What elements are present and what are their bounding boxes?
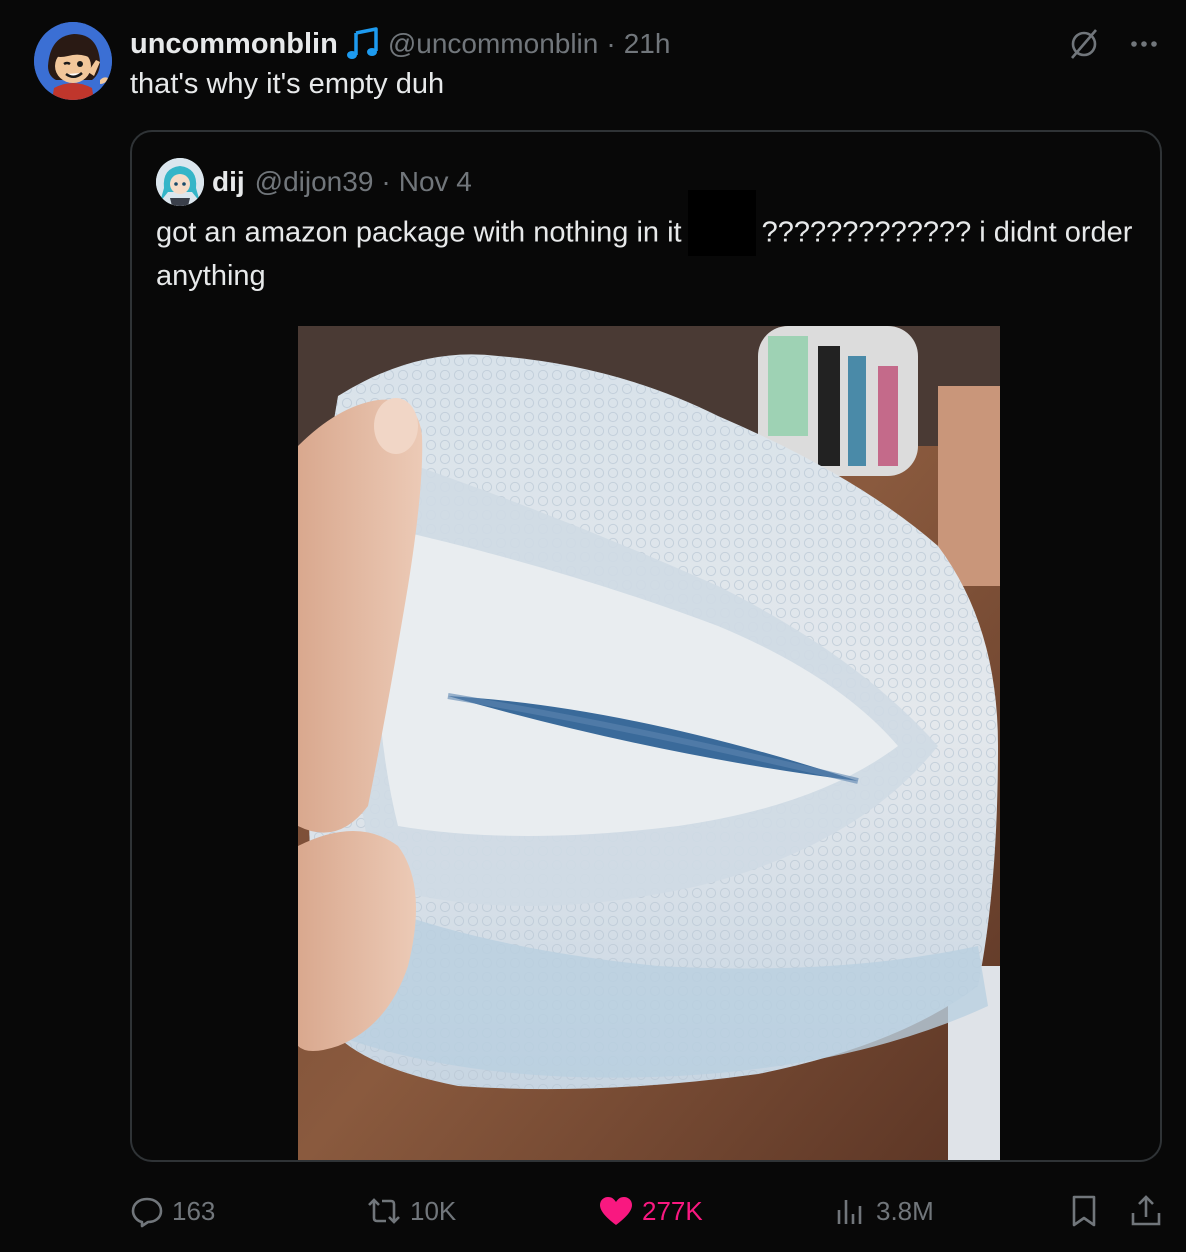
repost-icon <box>368 1198 400 1224</box>
repost-count: 10K <box>410 1195 457 1226</box>
tweet-timestamp[interactable]: 21h <box>624 28 671 60</box>
like-count: 277K <box>642 1195 703 1226</box>
more-options-icon[interactable] <box>1124 24 1164 64</box>
quoted-handle[interactable]: @dijon39 <box>255 166 374 198</box>
bookmark-button[interactable] <box>1066 1186 1102 1236</box>
tweet-text: that's why it's empty duh <box>130 68 445 100</box>
views-count: 3.8M <box>876 1195 934 1226</box>
share-button[interactable] <box>1128 1186 1164 1236</box>
photo-empty-mailer <box>298 326 1000 1160</box>
quoted-text-before: got an amazon package with nothing in it <box>156 216 682 249</box>
quoted-date[interactable]: Nov 4 <box>399 166 472 198</box>
author-handle[interactable]: @uncommonblin <box>388 28 599 60</box>
reply-count: 163 <box>172 1195 216 1226</box>
views-chart-icon <box>837 1200 862 1224</box>
quoted-display-name[interactable]: dij <box>212 166 245 198</box>
redaction-box <box>687 190 756 256</box>
tweet-header: uncommonblin @uncommonblin · 21h <box>130 24 670 64</box>
reply-button[interactable]: 163 <box>130 1186 215 1236</box>
like-button[interactable]: 277K <box>598 1186 703 1236</box>
bookmark-icon <box>1072 1195 1096 1227</box>
tweet-top-actions <box>1064 24 1164 64</box>
avatar-illustration <box>34 22 112 100</box>
quoted-tweet[interactable]: dij @dijon39 · Nov 4 got an amazon packa… <box>130 130 1162 1162</box>
quoted-media-photo[interactable] <box>298 326 1000 1160</box>
quoted-avatar-illustration <box>156 158 204 206</box>
repost-button[interactable]: 10K <box>366 1186 456 1236</box>
heart-filled-icon <box>600 1197 632 1225</box>
author-display-name[interactable]: uncommonblin <box>130 28 338 61</box>
quoted-header: dij @dijon39 · Nov 4 <box>212 162 472 202</box>
quoted-text: got an amazon package with nothing in it… <box>156 190 1136 296</box>
views-button[interactable]: 3.8M <box>834 1186 934 1236</box>
grok-icon[interactable] <box>1064 24 1104 64</box>
share-icon <box>1131 1195 1161 1226</box>
header-separator: · <box>606 28 616 59</box>
tweet: uncommonblin @uncommonblin · 21h that's … <box>0 0 1186 1252</box>
tweet-actions: 163 10K 277K 3.8M <box>0 1186 1186 1236</box>
reply-icon <box>131 1197 163 1228</box>
quoted-separator: · <box>381 166 391 197</box>
quoted-author-avatar[interactable] <box>156 158 204 206</box>
author-avatar[interactable] <box>34 22 112 100</box>
music-note-icon <box>346 27 380 61</box>
